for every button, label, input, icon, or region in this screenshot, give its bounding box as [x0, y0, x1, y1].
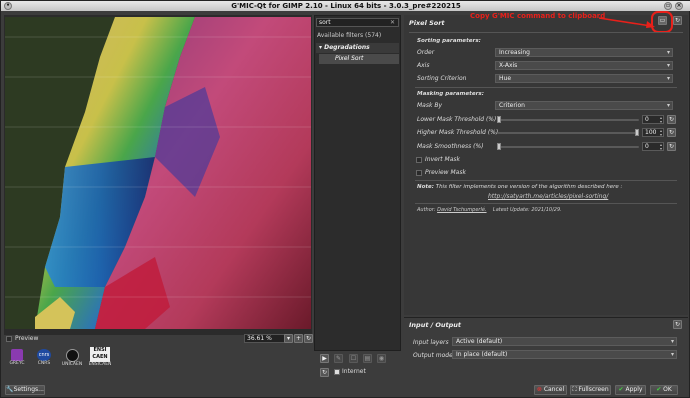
input-layers-select[interactable]: Active (default) ▾ [452, 337, 677, 346]
chevron-down-icon: ▾ [666, 102, 670, 109]
sorting-criterion-select[interactable]: Hue ▾ [495, 74, 673, 83]
chevron-down-icon: ▾ [670, 351, 674, 358]
zoom-field[interactable]: 36.61 % [244, 334, 289, 343]
update-filters-icon[interactable]: ↻ [320, 368, 329, 377]
remove-fave-icon: ✎ [334, 354, 343, 363]
author-link[interactable]: David Tschumperlé. [437, 207, 486, 213]
title-bar: G'MIC-Qt for GIMP 2.10 - Linux 64 bits -… [1, 1, 690, 11]
ensi-mark-line2: CAEN [92, 354, 108, 360]
reset-io-icon[interactable]: ↻ [673, 320, 682, 329]
sorting-criterion-label: Sorting Criterion [417, 75, 467, 82]
settings-button[interactable]: 🔧Settings... [5, 385, 45, 395]
author-line: Author: David Tschumperlé. Latest Update… [417, 207, 562, 213]
mask-by-select[interactable]: Criterion ▾ [495, 101, 673, 110]
input-output-title: Input / Output [409, 321, 461, 329]
zoom-in-icon[interactable]: + [294, 334, 303, 343]
chevron-down-icon: ▾ [666, 62, 670, 69]
higher-threshold-slider[interactable] [497, 132, 639, 134]
unicaen-logo: UNICAEN [59, 349, 85, 367]
greyc-logo: GREYC [7, 349, 27, 366]
note-link[interactable]: http://satyarth.me/articles/pixel-sortin… [488, 193, 608, 200]
higher-threshold-spinbox[interactable]: 100 ▴ ▾ [642, 128, 664, 137]
chevron-down-icon: ▾ [666, 49, 670, 56]
reset-icon[interactable]: ↻ [667, 128, 676, 137]
cnrs-logo: cnrs CNRS [34, 349, 54, 366]
close-icon[interactable]: × [675, 2, 683, 10]
reset-icon[interactable]: ↻ [667, 142, 676, 151]
preview-mask-checkbox[interactable] [416, 170, 422, 176]
filter-title: Pixel Sort [409, 19, 445, 27]
filter-search-input[interactable]: sort [316, 18, 399, 27]
ok-icon: ✔ [656, 386, 662, 393]
maximize-icon[interactable]: ▫ [664, 2, 672, 10]
chevron-down-icon: ▾ [670, 338, 674, 345]
sorting-parameters-header: Sorting parameters: [417, 38, 481, 44]
copy-to-clipboard-icon[interactable]: ▭ [658, 16, 667, 25]
window-menu-icon[interactable]: • [4, 2, 12, 10]
higher-threshold-label: Higher Mask Threshold (%) [417, 129, 499, 136]
output-mode-select[interactable]: In place (default) ▾ [452, 350, 677, 359]
fullscreen-icon: ⛶ [572, 386, 577, 393]
input-layers-label: Input layers [413, 339, 449, 346]
wrench-icon: 🔧 [6, 386, 14, 393]
clear-search-icon[interactable]: ✕ [390, 19, 395, 26]
rename-icon: ▤ [363, 354, 372, 363]
chevron-down-icon: ▾ [666, 75, 670, 82]
apply-button[interactable]: ✔ Apply [615, 385, 646, 395]
reset-icon[interactable]: ↻ [667, 115, 676, 124]
available-filters-header: Available filters (574) [317, 32, 382, 39]
lower-threshold-label: Lower Mask Threshold (%) [417, 116, 497, 123]
order-select[interactable]: Increasing ▾ [495, 48, 673, 57]
ok-button[interactable]: ✔ OK [650, 385, 678, 395]
apply-icon: ✔ [618, 386, 624, 393]
annotation-arrow [599, 17, 655, 28]
preview-label: Preview [15, 335, 39, 342]
expand-arrow-icon: ▾ [319, 44, 323, 51]
visibility-icon: ☐ [349, 354, 358, 363]
eye-icon: ◉ [377, 354, 386, 363]
cancel-button[interactable]: ⊗ Cancel [534, 385, 567, 395]
higher-threshold-handle[interactable] [635, 129, 639, 136]
filter-note: Note: This filter implements one version… [417, 184, 623, 190]
zoom-dropdown-icon[interactable]: ▾ [284, 334, 293, 343]
window-title: G'MIC-Qt for GIMP 2.10 - Linux 64 bits -… [231, 2, 461, 10]
cancel-icon: ⊗ [536, 386, 542, 393]
preview-mask-label: Preview Mask [425, 169, 466, 176]
mask-smoothness-label: Mask Smoothness (%) [417, 143, 484, 150]
internet-checkbox[interactable] [334, 369, 340, 375]
invert-mask-label: Invert Mask [425, 156, 460, 163]
internet-label: Internet [342, 368, 366, 375]
clipboard-annotation-text: Copy G'MIC command to clipboard [470, 12, 606, 20]
mask-by-label: Mask By [417, 102, 443, 109]
cnrs-mark: cnrs [37, 349, 51, 361]
category-degradations[interactable]: ▾ Degradations [319, 44, 370, 51]
mask-smoothness-handle[interactable] [497, 143, 501, 150]
invert-mask-checkbox[interactable] [416, 157, 422, 163]
lower-threshold-handle[interactable] [497, 116, 501, 123]
preview-image[interactable] [5, 17, 311, 329]
filter-parameters-panel [404, 15, 688, 315]
preview-checkbox[interactable] [6, 336, 12, 342]
ensi-mark-line1: ENSI [93, 347, 107, 353]
filter-item-pixel-sort[interactable]: Pixel Sort [335, 55, 363, 62]
fullscreen-button[interactable]: ⛶ Fullscreen [570, 385, 611, 395]
preview-artwork [5, 17, 311, 329]
mask-smoothness-slider[interactable] [497, 146, 639, 148]
app-window: G'MIC-Qt for GIMP 2.10 - Linux 64 bits -… [0, 0, 690, 398]
axis-label: Axis [417, 62, 430, 69]
filter-tree-panel: sort ✕ Available filters (574) ▾ Degrada… [314, 15, 401, 351]
mask-smoothness-spinbox[interactable]: 0 ▴ ▾ [642, 142, 664, 151]
reset-parameters-icon[interactable]: ↻ [673, 16, 682, 25]
masking-parameters-header: Masking parameters: [417, 91, 484, 97]
ensicaen-logo: ENSI CAEN ENSICAEN [88, 347, 112, 367]
refresh-icon[interactable]: ↻ [304, 334, 313, 343]
output-mode-label: Output mode [413, 352, 453, 359]
axis-select[interactable]: X-Axis ▾ [495, 61, 673, 70]
lower-threshold-spinbox[interactable]: 0 ▴ ▾ [642, 115, 664, 124]
lower-threshold-slider[interactable] [497, 119, 639, 121]
order-label: Order [417, 49, 435, 56]
add-fave-icon[interactable]: ▶ [320, 354, 329, 363]
